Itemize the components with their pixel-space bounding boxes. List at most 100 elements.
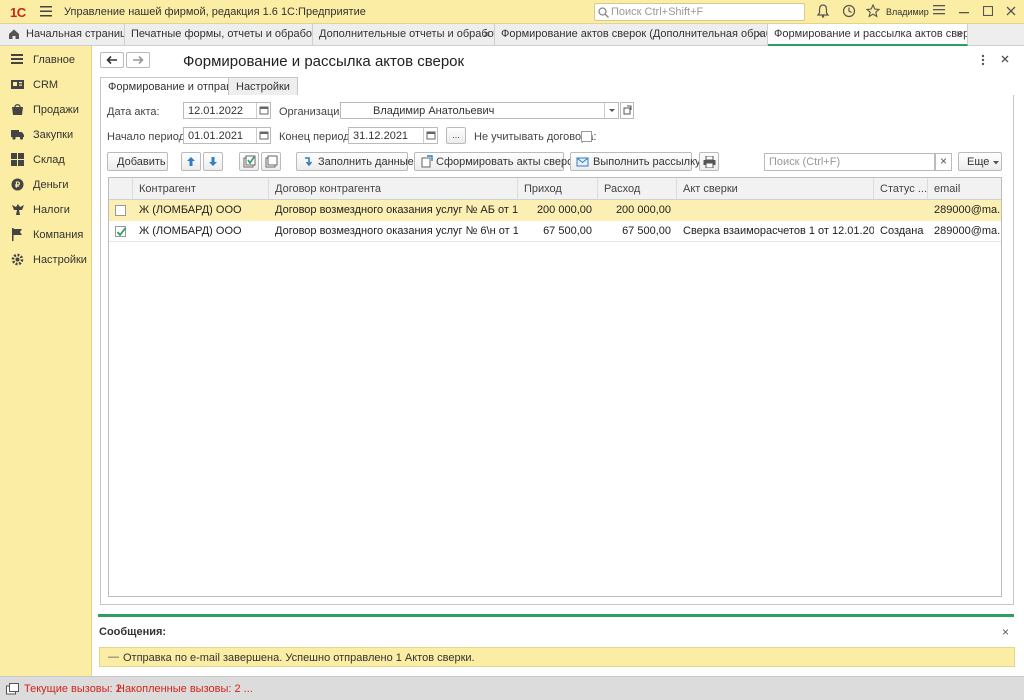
calendar-icon[interactable] [256,103,270,118]
current-user[interactable]: Владимир [886,7,929,17]
crm-icon [11,80,24,89]
uncheck-all-icon [265,155,278,168]
minimize-icon[interactable] [959,8,969,14]
calendar-icon[interactable] [423,128,437,143]
row-checkbox[interactable] [115,205,126,216]
act-date-value: 12.01.2022 [188,105,244,117]
organization-label: Организация: [279,106,349,118]
close-tab-icon[interactable]: × [483,27,490,41]
column-header-act[interactable]: Акт сверки [677,178,874,200]
history-icon[interactable] [842,4,856,18]
close-window-icon[interactable] [1006,6,1016,16]
sidebar-item-company[interactable]: Компания [0,223,92,247]
chevron-down-icon[interactable] [604,103,618,118]
create-acts-button[interactable]: Сформировать акты сверок [414,152,578,171]
sidebar-item-label: Склад [33,154,65,166]
send-mailing-button[interactable]: Выполнить рассылку [570,152,701,171]
maximize-icon[interactable] [983,6,993,16]
act-date-field[interactable]: 12.01.2022 [183,102,271,119]
ignore-contracts-label: Не учитывать договора: [474,131,597,143]
more-button-label: Еще [967,156,990,168]
act-date-label: Дата акта: [107,106,160,118]
more-button[interactable]: Еще [958,152,1002,171]
create-acts-label: Сформировать акты сверок [436,156,579,168]
organization-field[interactable]: Владимир Анатольевич [340,102,619,119]
close-form-icon[interactable] [1001,55,1009,63]
arrow-right-icon [133,55,144,65]
global-search-placeholder: Поиск Ctrl+Shift+F [611,6,704,18]
table-row[interactable]: Ж (ЛОМБАРД) ООО Договор возмездного оказ… [109,221,1001,242]
accumulated-calls-link[interactable]: Накопленные вызовы: 2 ... [117,683,253,695]
row-checkbox-checked[interactable] [115,226,127,237]
close-messages-icon[interactable]: × [1002,625,1009,639]
settings-menu-icon[interactable] [933,4,945,16]
clear-search-icon[interactable]: × [935,153,952,171]
move-up-button[interactable] [181,152,201,171]
messages-divider [98,614,1014,617]
fill-data-button[interactable]: Заполнить данные [296,152,414,171]
table-search-input[interactable]: Поиск (Ctrl+F) [764,153,935,171]
bell-icon[interactable] [816,4,830,18]
column-header-check[interactable] [109,178,133,200]
table-row[interactable]: Ж (ЛОМБАРД) ООО Договор возмездного оказ… [109,200,1001,221]
add-button-label: Добавить [117,156,166,168]
table-search-placeholder: Поиск (Ctrl+F) [769,156,841,168]
windows-icon[interactable] [6,683,19,695]
sidebar-item-label: Главное [33,54,76,66]
open-organization-button[interactable] [620,102,634,119]
printer-icon [703,156,716,168]
flag-icon [12,228,22,241]
tab-reconciliation-acts[interactable]: Формирование актов сверок (Дополнительна… [495,24,768,46]
fill-data-label: Заполнить данные [318,156,414,168]
fill-icon [305,157,313,167]
global-search-input[interactable]: Поиск Ctrl+Shift+F [594,3,805,21]
ignore-contracts-checkbox[interactable] [581,131,592,142]
hamburger-menu-icon[interactable] [40,6,52,17]
tab-settings[interactable]: Настройки [228,77,298,96]
lines-icon [11,54,23,64]
column-header-expense[interactable]: Расход [598,178,677,200]
more-vertical-icon[interactable] [981,54,985,66]
document-icon [421,155,433,168]
column-header-contract[interactable]: Договор контрагента [269,178,518,200]
column-header-counterparty[interactable]: Контрагент [133,178,269,200]
arrow-left-icon [106,55,117,65]
column-header-status[interactable]: Статус ... [874,178,928,200]
column-header-income[interactable]: Приход [518,178,598,200]
move-down-button[interactable] [203,152,223,171]
tab-print-forms[interactable]: Печатные формы, отчеты и обработки [125,24,313,46]
sidebar-item-settings[interactable]: Настройки [0,248,92,272]
column-header-email[interactable]: email [928,178,1001,200]
sidebar-item-label: Компания [33,229,84,241]
sidebar-item-taxes[interactable]: Налоги [0,198,92,222]
current-calls-link[interactable]: Текущие вызовы: 2 [24,683,122,695]
tab-additional-reports[interactable]: Дополнительные отчеты и обработки × [313,24,495,46]
period-start-field[interactable]: 01.01.2021 [183,127,271,144]
message-item[interactable]: — Отправка по e-mail завершена. Успешно … [99,647,1015,667]
home-icon [9,29,19,39]
sidebar-item-main[interactable]: Главное [0,48,92,72]
uncheck-all-button[interactable] [261,152,281,171]
period-end-field[interactable]: 31.12.2021 [348,127,438,144]
calendar-icon[interactable] [256,128,270,143]
sidebar-item-money[interactable]: ₽ Деньги [0,173,92,197]
back-button[interactable] [100,52,124,68]
add-button[interactable]: Добавить [107,152,168,171]
check-all-button[interactable] [239,152,259,171]
favorites-star-icon[interactable] [866,4,880,18]
print-button[interactable] [699,152,719,171]
sidebar-item-purchases[interactable]: Закупки [0,123,92,147]
gear-icon [11,253,24,266]
close-tab-icon[interactable]: × [756,27,763,41]
tab-home[interactable]: Начальная страница [0,24,125,46]
sidebar-item-sales[interactable]: Продажи [0,98,92,122]
close-tab-icon[interactable]: × [956,27,963,41]
period-select-button[interactable]: ... [446,127,466,144]
sidebar-item-warehouse[interactable]: Склад [0,148,92,172]
boxes-icon [11,153,24,166]
chevron-down-icon [993,161,999,165]
forward-button[interactable] [126,52,150,68]
tab-reconciliation-mailing[interactable]: Формирование и рассылка актов сверок × [768,24,968,46]
sidebar-item-label: Продажи [33,104,79,116]
sidebar-item-crm[interactable]: CRM [0,73,92,97]
